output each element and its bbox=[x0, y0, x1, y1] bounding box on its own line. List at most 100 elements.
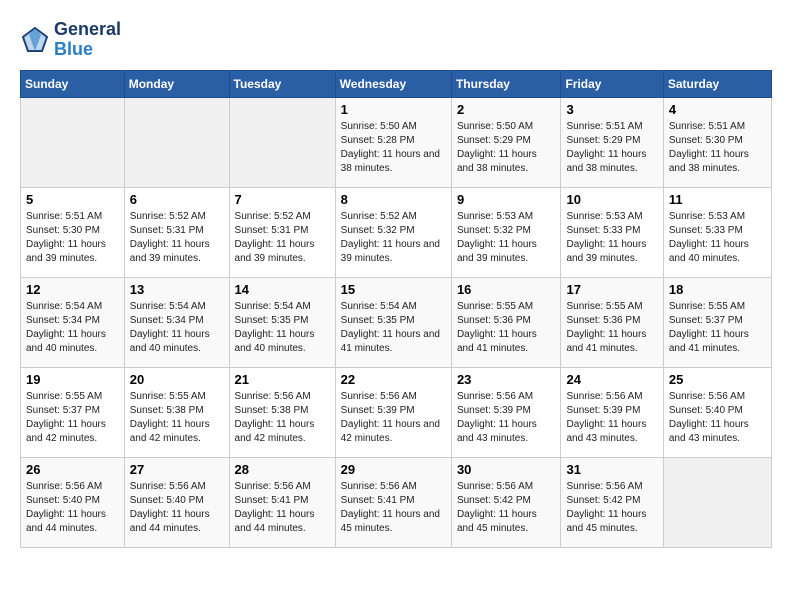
day-number: 15 bbox=[341, 282, 446, 297]
day-info: Sunrise: 5:53 AM Sunset: 5:32 PM Dayligh… bbox=[457, 210, 556, 266]
calendar-cell: 3 Sunrise: 5:51 AM Sunset: 5:29 PM Daylig… bbox=[561, 97, 663, 187]
calendar-cell: 31 Sunrise: 5:56 AM Sunset: 5:42 PM Dayli… bbox=[561, 457, 663, 547]
day-number: 3 bbox=[566, 102, 657, 117]
day-info: Sunrise: 5:56 AM Sunset: 5:40 PM Dayligh… bbox=[26, 480, 119, 536]
calendar-cell: 18 Sunrise: 5:55 AM Sunset: 5:37 PM Dayli… bbox=[663, 277, 771, 367]
day-info: Sunrise: 5:55 AM Sunset: 5:37 PM Dayligh… bbox=[26, 390, 119, 446]
calendar-week-row: 1 Sunrise: 5:50 AM Sunset: 5:28 PM Daylig… bbox=[21, 97, 772, 187]
day-number: 31 bbox=[566, 462, 657, 477]
day-number: 25 bbox=[669, 372, 766, 387]
calendar-cell: 5Sunrise: 5:51 AM Sunset: 5:30 PM Daylig… bbox=[21, 187, 125, 277]
calendar-cell: 30 Sunrise: 5:56 AM Sunset: 5:42 PM Dayli… bbox=[451, 457, 561, 547]
calendar-cell: 19 Sunrise: 5:55 AM Sunset: 5:37 PM Dayli… bbox=[21, 367, 125, 457]
calendar-cell: 13 Sunrise: 5:54 AM Sunset: 5:34 PM Dayli… bbox=[124, 277, 229, 367]
day-info: Sunrise: 5:56 AM Sunset: 5:39 PM Dayligh… bbox=[457, 390, 556, 446]
day-info: Sunrise: 5:56 AM Sunset: 5:42 PM Dayligh… bbox=[457, 480, 556, 536]
weekday-header: Saturday bbox=[663, 70, 771, 97]
calendar-cell: 26 Sunrise: 5:56 AM Sunset: 5:40 PM Dayli… bbox=[21, 457, 125, 547]
calendar-cell: 11 Sunrise: 5:53 AM Sunset: 5:33 PM Dayli… bbox=[663, 187, 771, 277]
day-info: Sunrise: 5:56 AM Sunset: 5:40 PM Dayligh… bbox=[669, 390, 766, 446]
calendar-cell: 20Sunrise: 5:55 AM Sunset: 5:38 PM Dayli… bbox=[124, 367, 229, 457]
day-number: 30 bbox=[457, 462, 556, 477]
calendar-cell: 25 Sunrise: 5:56 AM Sunset: 5:40 PM Dayli… bbox=[663, 367, 771, 457]
day-info: Sunrise: 5:52 AM Sunset: 5:31 PM Dayligh… bbox=[235, 210, 330, 266]
day-number: 28 bbox=[235, 462, 330, 477]
weekday-header: Sunday bbox=[21, 70, 125, 97]
calendar-cell: 23 Sunrise: 5:56 AM Sunset: 5:39 PM Dayli… bbox=[451, 367, 561, 457]
page-header: General Blue bbox=[20, 20, 772, 60]
day-number: 27 bbox=[130, 462, 224, 477]
calendar-cell: 15 Sunrise: 5:54 AM Sunset: 5:35 PM Dayli… bbox=[335, 277, 451, 367]
day-info: Sunrise: 5:56 AM Sunset: 5:41 PM Dayligh… bbox=[341, 480, 446, 536]
calendar-cell: 8Sunrise: 5:52 AM Sunset: 5:32 PM Daylig… bbox=[335, 187, 451, 277]
weekday-header: Tuesday bbox=[229, 70, 335, 97]
logo-icon bbox=[20, 25, 50, 55]
day-info: Sunrise: 5:54 AM Sunset: 5:35 PM Dayligh… bbox=[235, 300, 330, 356]
day-number: 18 bbox=[669, 282, 766, 297]
calendar-cell bbox=[229, 97, 335, 187]
calendar-table: SundayMondayTuesdayWednesdayThursdayFrid… bbox=[20, 70, 772, 548]
day-info: Sunrise: 5:56 AM Sunset: 5:40 PM Dayligh… bbox=[130, 480, 224, 536]
day-number: 11 bbox=[669, 192, 766, 207]
logo-text: General Blue bbox=[54, 20, 121, 60]
day-info: Sunrise: 5:55 AM Sunset: 5:36 PM Dayligh… bbox=[566, 300, 657, 356]
day-info: Sunrise: 5:54 AM Sunset: 5:34 PM Dayligh… bbox=[26, 300, 119, 356]
day-info: Sunrise: 5:51 AM Sunset: 5:29 PM Dayligh… bbox=[566, 120, 657, 176]
calendar-body: 1 Sunrise: 5:50 AM Sunset: 5:28 PM Daylig… bbox=[21, 97, 772, 547]
day-number: 17 bbox=[566, 282, 657, 297]
weekday-header: Thursday bbox=[451, 70, 561, 97]
day-number: 23 bbox=[457, 372, 556, 387]
calendar-cell bbox=[124, 97, 229, 187]
calendar-cell bbox=[663, 457, 771, 547]
day-number: 7 bbox=[235, 192, 330, 207]
day-number: 2 bbox=[457, 102, 556, 117]
day-info: Sunrise: 5:56 AM Sunset: 5:41 PM Dayligh… bbox=[235, 480, 330, 536]
day-info: Sunrise: 5:53 AM Sunset: 5:33 PM Dayligh… bbox=[669, 210, 766, 266]
day-info: Sunrise: 5:56 AM Sunset: 5:39 PM Dayligh… bbox=[566, 390, 657, 446]
calendar-cell: 21 Sunrise: 5:56 AM Sunset: 5:38 PM Dayli… bbox=[229, 367, 335, 457]
day-number: 13 bbox=[130, 282, 224, 297]
day-info: Sunrise: 5:51 AM Sunset: 5:30 PM Dayligh… bbox=[26, 210, 119, 266]
day-number: 4 bbox=[669, 102, 766, 117]
day-info: Sunrise: 5:53 AM Sunset: 5:33 PM Dayligh… bbox=[566, 210, 657, 266]
day-number: 26 bbox=[26, 462, 119, 477]
calendar-cell: 9 Sunrise: 5:53 AM Sunset: 5:32 PM Daylig… bbox=[451, 187, 561, 277]
calendar-cell: 16 Sunrise: 5:55 AM Sunset: 5:36 PM Dayli… bbox=[451, 277, 561, 367]
calendar-cell: 1 Sunrise: 5:50 AM Sunset: 5:28 PM Daylig… bbox=[335, 97, 451, 187]
calendar-week-row: 12 Sunrise: 5:54 AM Sunset: 5:34 PM Dayli… bbox=[21, 277, 772, 367]
calendar-cell: 29Sunrise: 5:56 AM Sunset: 5:41 PM Dayli… bbox=[335, 457, 451, 547]
day-number: 6 bbox=[130, 192, 224, 207]
weekday-header: Friday bbox=[561, 70, 663, 97]
day-info: Sunrise: 5:51 AM Sunset: 5:30 PM Dayligh… bbox=[669, 120, 766, 176]
calendar-cell: 12 Sunrise: 5:54 AM Sunset: 5:34 PM Dayli… bbox=[21, 277, 125, 367]
day-number: 22 bbox=[341, 372, 446, 387]
calendar-cell: 28 Sunrise: 5:56 AM Sunset: 5:41 PM Dayli… bbox=[229, 457, 335, 547]
day-number: 8 bbox=[341, 192, 446, 207]
day-number: 1 bbox=[341, 102, 446, 117]
day-info: Sunrise: 5:50 AM Sunset: 5:29 PM Dayligh… bbox=[457, 120, 556, 176]
day-info: Sunrise: 5:54 AM Sunset: 5:34 PM Dayligh… bbox=[130, 300, 224, 356]
weekday-header: Wednesday bbox=[335, 70, 451, 97]
day-number: 14 bbox=[235, 282, 330, 297]
day-info: Sunrise: 5:54 AM Sunset: 5:35 PM Dayligh… bbox=[341, 300, 446, 356]
day-number: 9 bbox=[457, 192, 556, 207]
day-info: Sunrise: 5:56 AM Sunset: 5:42 PM Dayligh… bbox=[566, 480, 657, 536]
day-number: 16 bbox=[457, 282, 556, 297]
day-number: 19 bbox=[26, 372, 119, 387]
day-info: Sunrise: 5:52 AM Sunset: 5:31 PM Dayligh… bbox=[130, 210, 224, 266]
day-number: 12 bbox=[26, 282, 119, 297]
calendar-week-row: 26 Sunrise: 5:56 AM Sunset: 5:40 PM Dayli… bbox=[21, 457, 772, 547]
calendar-cell: 14 Sunrise: 5:54 AM Sunset: 5:35 PM Dayli… bbox=[229, 277, 335, 367]
day-info: Sunrise: 5:55 AM Sunset: 5:37 PM Dayligh… bbox=[669, 300, 766, 356]
day-info: Sunrise: 5:50 AM Sunset: 5:28 PM Dayligh… bbox=[341, 120, 446, 176]
calendar-cell: 24Sunrise: 5:56 AM Sunset: 5:39 PM Dayli… bbox=[561, 367, 663, 457]
calendar-cell: 6 Sunrise: 5:52 AM Sunset: 5:31 PM Daylig… bbox=[124, 187, 229, 277]
calendar-header: SundayMondayTuesdayWednesdayThursdayFrid… bbox=[21, 70, 772, 97]
day-info: Sunrise: 5:55 AM Sunset: 5:36 PM Dayligh… bbox=[457, 300, 556, 356]
day-info: Sunrise: 5:56 AM Sunset: 5:39 PM Dayligh… bbox=[341, 390, 446, 446]
calendar-cell bbox=[21, 97, 125, 187]
day-number: 21 bbox=[235, 372, 330, 387]
calendar-week-row: 19 Sunrise: 5:55 AM Sunset: 5:37 PM Dayli… bbox=[21, 367, 772, 457]
calendar-cell: 22 Sunrise: 5:56 AM Sunset: 5:39 PM Dayli… bbox=[335, 367, 451, 457]
day-info: Sunrise: 5:56 AM Sunset: 5:38 PM Dayligh… bbox=[235, 390, 330, 446]
